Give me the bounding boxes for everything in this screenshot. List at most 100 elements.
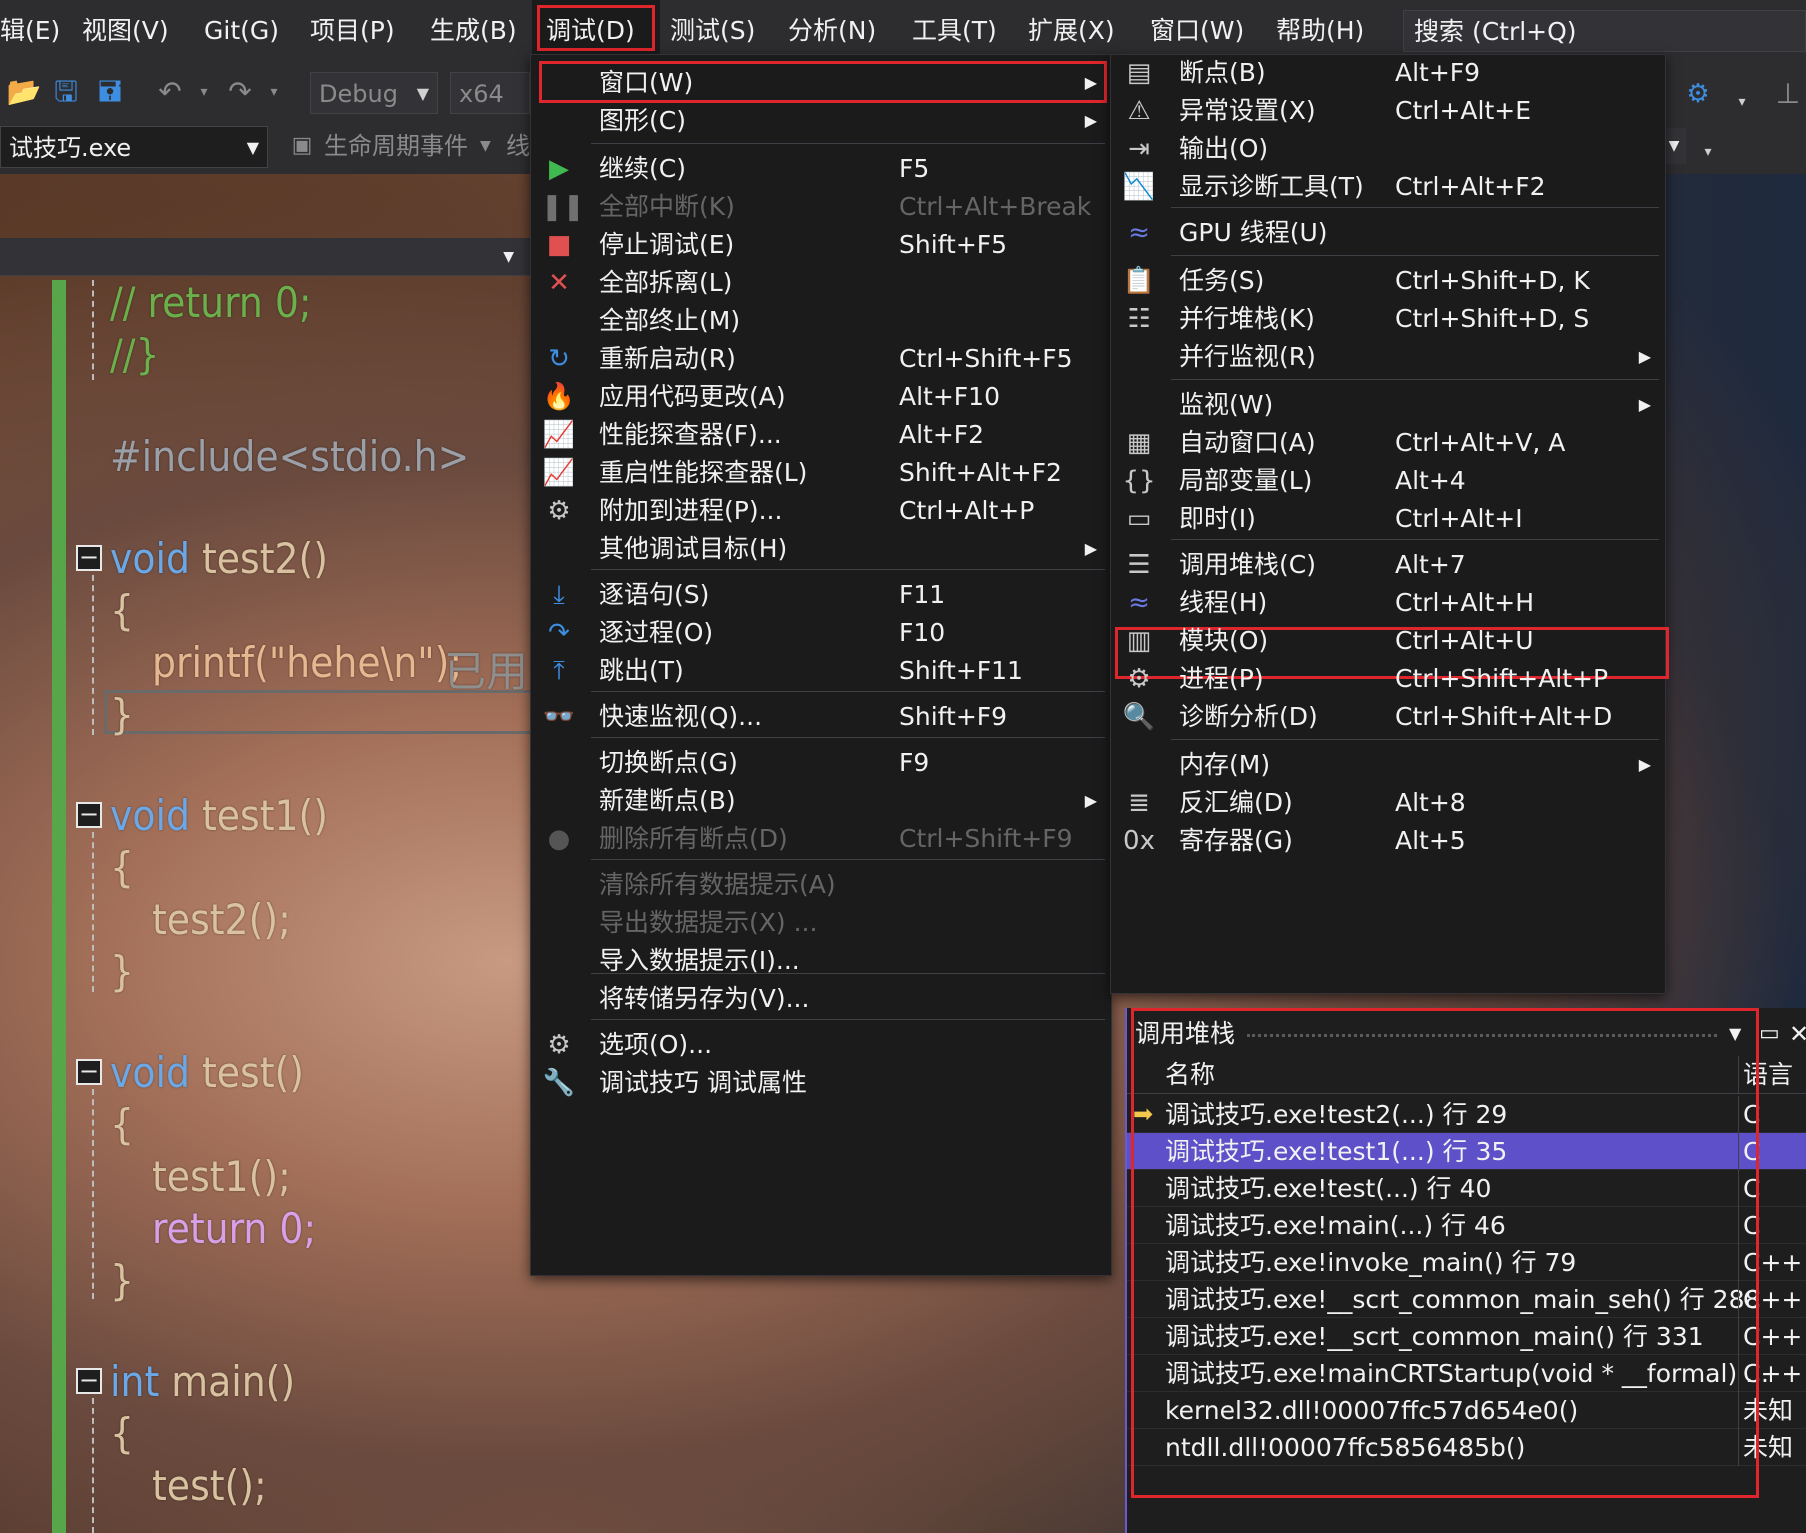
stop-icon: ■: [546, 230, 572, 260]
menu-git[interactable]: Git(G): [190, 0, 293, 56]
call-stack-icon: ☰: [1127, 550, 1151, 580]
glasses-icon: 👓: [542, 702, 576, 732]
navigation-bar[interactable]: ▼: [0, 238, 540, 276]
platform-combo[interactable]: x64: [450, 72, 530, 114]
debug-menu-item[interactable]: 🔧 调试技巧 调试属性: [531, 1061, 1111, 1105]
registers-icon: 0x: [1123, 826, 1155, 856]
configuration-combo[interactable]: Debug ▼: [310, 72, 438, 114]
menu-separator: [591, 737, 1105, 738]
code-line: }: [110, 947, 135, 996]
window-menu-item[interactable]: 0x 寄存器(G) Alt+5: [1111, 819, 1665, 863]
debug-menu-item-shortcut: Shift+F11: [899, 656, 1023, 685]
gear-icon: ⚙: [547, 1030, 571, 1060]
locals-icon: {}: [1122, 466, 1156, 496]
close-icon[interactable]: ✕: [1789, 1016, 1806, 1052]
menu-separator: [1171, 739, 1659, 740]
undo-dropdown-icon[interactable]: ▾: [186, 74, 222, 110]
code-line: {: [110, 843, 135, 892]
debug-menu-item-label: 跳出(T): [599, 656, 684, 685]
code-line: printf("hehe\n");: [152, 638, 463, 687]
window-menu-item-label: 寄存器(G): [1179, 826, 1293, 855]
debug-menu-item[interactable]: 图形(C) ▶: [531, 99, 1111, 143]
window-menu-item[interactable]: ≈ GPU 线程(U): [1111, 211, 1665, 255]
open-folder-icon[interactable]: 📂: [6, 74, 42, 110]
menu-separator: [591, 973, 1105, 974]
undo-icon[interactable]: ↶: [152, 74, 188, 110]
menu-test[interactable]: 测试(S): [656, 0, 769, 56]
threads-icon: ≈: [1128, 588, 1150, 618]
profiler-icon: 📈: [542, 458, 576, 488]
window-menu-item-label: GPU 线程(U): [1179, 218, 1328, 247]
pause-icon: ❚❚: [541, 192, 585, 222]
collapse-icon[interactable]: −: [76, 802, 102, 828]
code-line: }: [110, 1256, 135, 1305]
debug-menu-item[interactable]: 将转储另存为(V)...: [531, 977, 1111, 1021]
change-tracking-margin: [52, 280, 66, 1533]
menu-separator: [1171, 255, 1659, 256]
lifecycle-events[interactable]: 生命周期事件: [324, 128, 468, 164]
save-icon[interactable]: 🖫: [48, 74, 84, 110]
menu-analyze[interactable]: 分析(N): [774, 0, 890, 56]
menu-build[interactable]: 生成(B): [416, 0, 531, 56]
debug-menu-item[interactable]: 其他调试目标(H) ▶: [531, 527, 1111, 571]
chevron-right-icon: ▶: [1084, 111, 1097, 130]
menu-separator: [1171, 207, 1659, 208]
debug-menu-item-label: 删除所有断点(D): [599, 824, 788, 853]
chevron-down-icon[interactable]: ▼: [503, 238, 514, 276]
window-menu-item-label: 诊断分析(D): [1179, 702, 1318, 731]
debug-menu-item[interactable]: 👓 快速监视(Q)... Shift+F9: [531, 695, 1111, 739]
search-box[interactable]: 搜索 (Ctrl+Q): [1403, 10, 1806, 52]
window-menu-item[interactable]: 并行监视(R) ▶: [1111, 335, 1665, 379]
menu-tools[interactable]: 工具(T): [898, 0, 1011, 56]
menu-extensions[interactable]: 扩展(X): [1014, 0, 1129, 56]
window-menu-item-label: 显示诊断工具(T): [1179, 172, 1364, 201]
process-combo[interactable]: 试技巧.exe ▼: [0, 126, 268, 168]
maximize-icon[interactable]: ▭: [1759, 1016, 1780, 1052]
save-all-icon[interactable]: 🖬: [92, 74, 128, 110]
hot-reload-icon: 🔥: [542, 382, 576, 412]
code-line: }: [110, 690, 135, 739]
breakpoints-window-icon: ▤: [1126, 58, 1152, 88]
code-line: test();: [152, 1461, 267, 1510]
chevron-down-icon: ▼: [416, 84, 429, 103]
toolbar-overflow-icon[interactable]: ▾: [1690, 134, 1726, 170]
bug-icon[interactable]: ⚙: [1680, 76, 1716, 112]
debug-menu-item-label: 图形(C): [599, 106, 686, 135]
indent-guide: [92, 832, 94, 992]
lifecycle-dropdown-icon[interactable]: ▼: [480, 128, 491, 164]
window-menu-item[interactable]: ▭ 即时(I) Ctrl+Alt+I: [1111, 497, 1665, 541]
menu-window[interactable]: 窗口(W): [1136, 0, 1258, 56]
debug-menu-item[interactable]: ⤒ 跳出(T) Shift+F11: [531, 649, 1111, 693]
process-value: 试技巧.exe: [9, 134, 132, 162]
pin-icon[interactable]: ⊥: [1770, 76, 1806, 112]
toolbar-overflow-icon[interactable]: ▾: [1724, 84, 1760, 120]
gears-icon: ⚙: [547, 496, 571, 526]
menu-separator: [591, 143, 1105, 144]
debug-menu-item[interactable]: ● 删除所有断点(D) Ctrl+Shift+F9: [531, 817, 1111, 861]
menu-project[interactable]: 项目(P): [296, 0, 409, 56]
play-icon: ▶: [549, 154, 569, 184]
code-line: void test2(): [110, 534, 329, 583]
collapse-icon[interactable]: −: [76, 1368, 102, 1394]
window-menu-item[interactable]: 🔍 诊断分析(D) Ctrl+Shift+Alt+D: [1111, 695, 1665, 739]
window-menu-item-label: 并行监视(R): [1179, 342, 1316, 371]
menu-view[interactable]: 视图(V): [68, 0, 183, 56]
redo-dropdown-icon[interactable]: ▾: [256, 74, 292, 110]
redo-icon[interactable]: ↷: [222, 74, 258, 110]
window-menu-item[interactable]: 📉 显示诊断工具(T) Ctrl+Alt+F2: [1111, 165, 1665, 209]
menu-separator: [591, 691, 1105, 692]
lifecycle-icon: ▣: [291, 133, 313, 158]
collapse-icon[interactable]: −: [76, 545, 102, 571]
code-line: #include<stdio.h>: [110, 432, 470, 481]
wrench-icon: 🔧: [542, 1068, 576, 1098]
menu-separator: [1171, 379, 1659, 380]
menu-help[interactable]: 帮助(H): [1262, 0, 1378, 56]
window-menu-item-shortcut: Ctrl+Alt+F2: [1395, 172, 1546, 201]
collapse-icon[interactable]: −: [76, 1059, 102, 1085]
chevron-right-icon: ▶: [1084, 539, 1097, 558]
code-line: void test(): [110, 1048, 305, 1097]
debug-menu-item-label: 其他调试目标(H): [599, 534, 788, 563]
menu-edit[interactable]: 辑(E): [0, 0, 74, 56]
parallel-stacks-icon: ☷: [1127, 304, 1151, 334]
menu-debug[interactable]: 调试(D): [532, 0, 660, 56]
